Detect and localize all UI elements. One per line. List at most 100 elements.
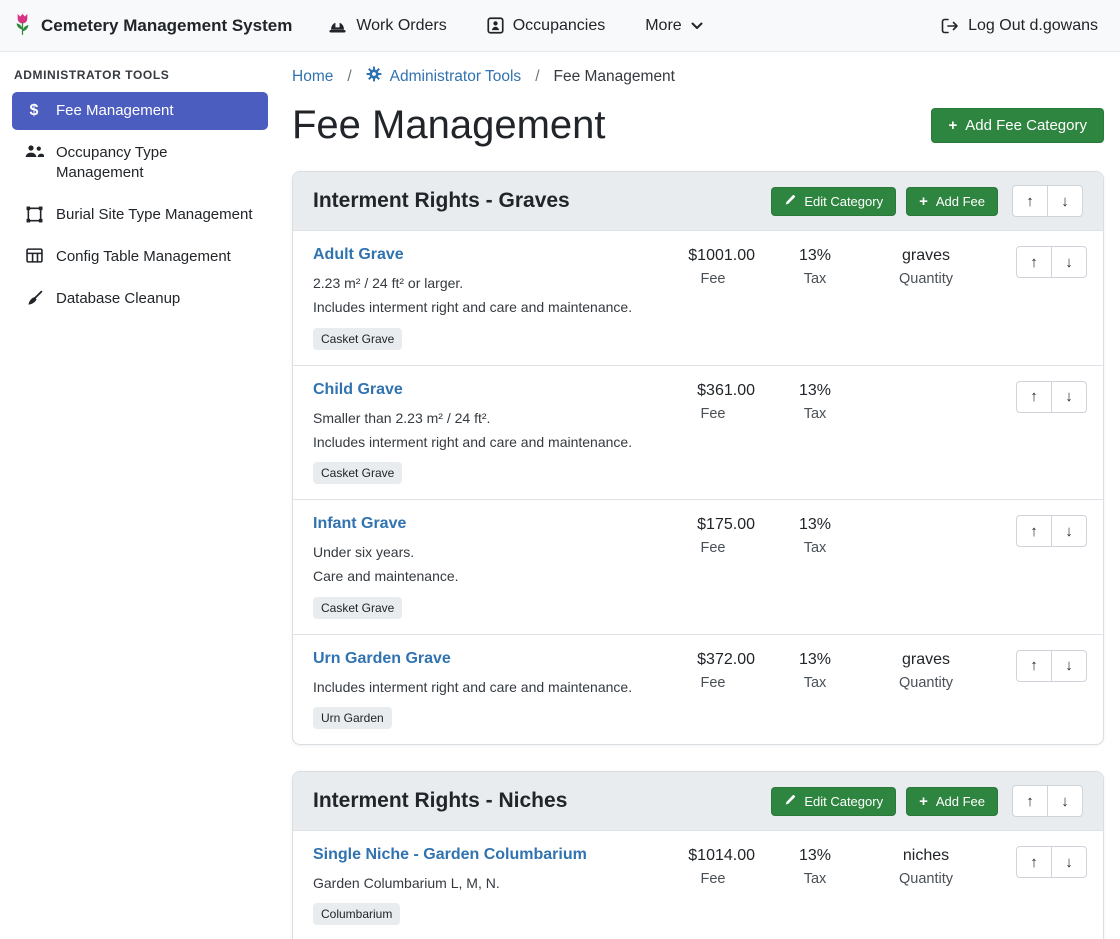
fee-name-link[interactable]: Urn Garden Grave — [313, 650, 451, 668]
breadcrumb-separator: / — [535, 68, 539, 86]
add-fee-label: Add Fee — [936, 794, 985, 809]
arrow-down-icon: ↓ — [1065, 388, 1073, 405]
fee-tax-label: Tax — [769, 675, 861, 691]
add-fee-button[interactable]: + Add Fee — [906, 187, 998, 216]
fee-quantity-label: Quantity — [861, 675, 991, 691]
move-fee-down-button[interactable]: ↓ — [1051, 515, 1087, 547]
fee-tax-label: Tax — [769, 540, 861, 556]
fee-tax: 13% — [769, 382, 861, 400]
arrow-up-icon: ↑ — [1030, 523, 1038, 540]
fee-description: Includes interment right and care and ma… — [313, 432, 647, 452]
fee-description: Under six years. — [313, 542, 647, 562]
move-category-up-button[interactable]: ↑ — [1012, 785, 1048, 817]
move-fee-up-button[interactable]: ↑ — [1016, 846, 1052, 878]
move-category-down-button[interactable]: ↓ — [1047, 185, 1083, 217]
logout-label: Log Out d.gowans — [968, 17, 1098, 35]
fee-category-card-graves: Interment Rights - Graves Edit Category … — [292, 171, 1104, 745]
nav-more[interactable]: More — [645, 17, 702, 35]
move-category-up-button[interactable]: ↑ — [1012, 185, 1048, 217]
category-title: Interment Rights - Niches — [313, 789, 567, 813]
fee-tax-column: 13% Tax — [769, 515, 861, 556]
fee-amount: $372.00 — [657, 651, 769, 669]
arrow-up-icon: ↑ — [1026, 193, 1034, 210]
nav-occupancies[interactable]: Occupancies — [487, 17, 606, 35]
breadcrumb-home-link[interactable]: Home — [292, 68, 333, 86]
edit-category-button[interactable]: Edit Category — [771, 187, 896, 216]
fee-row: Infant Grave Under six years. Care and m… — [293, 499, 1103, 634]
fee-tax-label: Tax — [769, 271, 861, 287]
fee-name-link[interactable]: Child Grave — [313, 381, 403, 399]
edit-category-button[interactable]: Edit Category — [771, 787, 896, 816]
add-fee-category-label: Add Fee Category — [965, 117, 1087, 134]
fee-amount: $361.00 — [657, 382, 769, 400]
fee-name-link[interactable]: Single Niche - Garden Columbarium — [313, 846, 587, 864]
nav-occupancies-label: Occupancies — [513, 17, 606, 35]
nav-work-orders[interactable]: Work Orders — [328, 17, 446, 35]
fee-amount: $175.00 — [657, 516, 769, 534]
fee-category-card-niches: Interment Rights - Niches Edit Category … — [292, 771, 1104, 939]
fee-quantity-column — [861, 515, 991, 516]
broom-icon — [24, 289, 44, 307]
main-content: Home / Administrator Tool — [280, 52, 1120, 939]
move-fee-up-button[interactable]: ↑ — [1016, 515, 1052, 547]
fee-description: Garden Columbarium L, M, N. — [313, 873, 647, 893]
logout-link[interactable]: Log Out d.gowans — [941, 17, 1098, 35]
occupancy-icon — [487, 17, 504, 34]
fee-quantity-column: graves Quantity — [861, 246, 991, 287]
fee-amount-column: $175.00 Fee — [657, 515, 769, 556]
move-fee-down-button[interactable]: ↓ — [1051, 246, 1087, 278]
fee-quantity-column: niches Quantity — [861, 846, 991, 887]
sidebar-item-fee-management[interactable]: $ Fee Management — [12, 92, 268, 130]
fee-row: Adult Grave 2.23 m² / 24 ft² or larger. … — [293, 230, 1103, 365]
vector-square-icon — [24, 205, 44, 223]
edit-category-label: Edit Category — [804, 794, 883, 809]
plus-icon: + — [948, 118, 957, 133]
fee-tax: 13% — [769, 847, 861, 865]
fee-type-badge: Columbarium — [313, 903, 400, 925]
fee-tax-column: 13% Tax — [769, 650, 861, 691]
edit-category-label: Edit Category — [804, 194, 883, 209]
fee-description: Includes interment right and care and ma… — [313, 677, 647, 697]
fee-name-link[interactable]: Infant Grave — [313, 515, 406, 533]
fee-tax-label: Tax — [769, 406, 861, 422]
fee-amount-label: Fee — [657, 540, 769, 556]
app-brand[interactable]: Cemetery Management System — [12, 11, 292, 41]
add-fee-button[interactable]: + Add Fee — [906, 787, 998, 816]
chevron-down-icon — [691, 22, 703, 30]
fee-type-badge: Casket Grave — [313, 597, 402, 619]
add-fee-category-button[interactable]: + Add Fee Category — [931, 108, 1104, 143]
move-fee-down-button[interactable]: ↓ — [1051, 381, 1087, 413]
plus-icon: + — [919, 794, 928, 809]
fee-tax: 13% — [769, 516, 861, 534]
fee-type-badge: Urn Garden — [313, 707, 392, 729]
move-fee-up-button[interactable]: ↑ — [1016, 381, 1052, 413]
breadcrumb-admin-tools-link[interactable]: Administrator Tools — [366, 66, 522, 87]
fee-details: Adult Grave 2.23 m² / 24 ft² or larger. … — [313, 246, 657, 350]
fee-amount-label: Fee — [657, 675, 769, 691]
move-category-down-button[interactable]: ↓ — [1047, 785, 1083, 817]
arrow-down-icon: ↓ — [1061, 193, 1069, 210]
table-icon — [24, 247, 44, 263]
sidebar-item-occupancy-type-management[interactable]: Occupancy Type Management — [12, 134, 268, 192]
fee-amount-column: $1001.00 Fee — [657, 246, 769, 287]
sidebar-item-config-table-management[interactable]: Config Table Management — [12, 238, 268, 276]
sidebar: ADMINISTRATOR TOOLS $ Fee Management Occ… — [0, 52, 280, 939]
breadcrumb-current: Fee Management — [554, 68, 676, 86]
tulip-logo-icon — [12, 11, 33, 41]
arrow-up-icon: ↑ — [1030, 254, 1038, 271]
move-fee-down-button[interactable]: ↓ — [1051, 650, 1087, 682]
sidebar-item-database-cleanup[interactable]: Database Cleanup — [12, 280, 268, 318]
fee-quantity-column: graves Quantity — [861, 650, 991, 691]
category-reorder-buttons: ↑ ↓ — [1012, 785, 1083, 817]
sidebar-item-burial-site-type-management[interactable]: Burial Site Type Management — [12, 196, 268, 234]
fee-quantity-label: Quantity — [861, 271, 991, 287]
move-fee-up-button[interactable]: ↑ — [1016, 650, 1052, 682]
move-fee-up-button[interactable]: ↑ — [1016, 246, 1052, 278]
fee-tax: 13% — [769, 247, 861, 265]
fee-name-link[interactable]: Adult Grave — [313, 246, 404, 264]
fee-description: Care and maintenance. — [313, 566, 647, 586]
fee-amount: $1014.00 — [657, 847, 769, 865]
nav-work-orders-label: Work Orders — [356, 17, 446, 35]
move-fee-down-button[interactable]: ↓ — [1051, 846, 1087, 878]
fee-tax-column: 13% Tax — [769, 846, 861, 887]
